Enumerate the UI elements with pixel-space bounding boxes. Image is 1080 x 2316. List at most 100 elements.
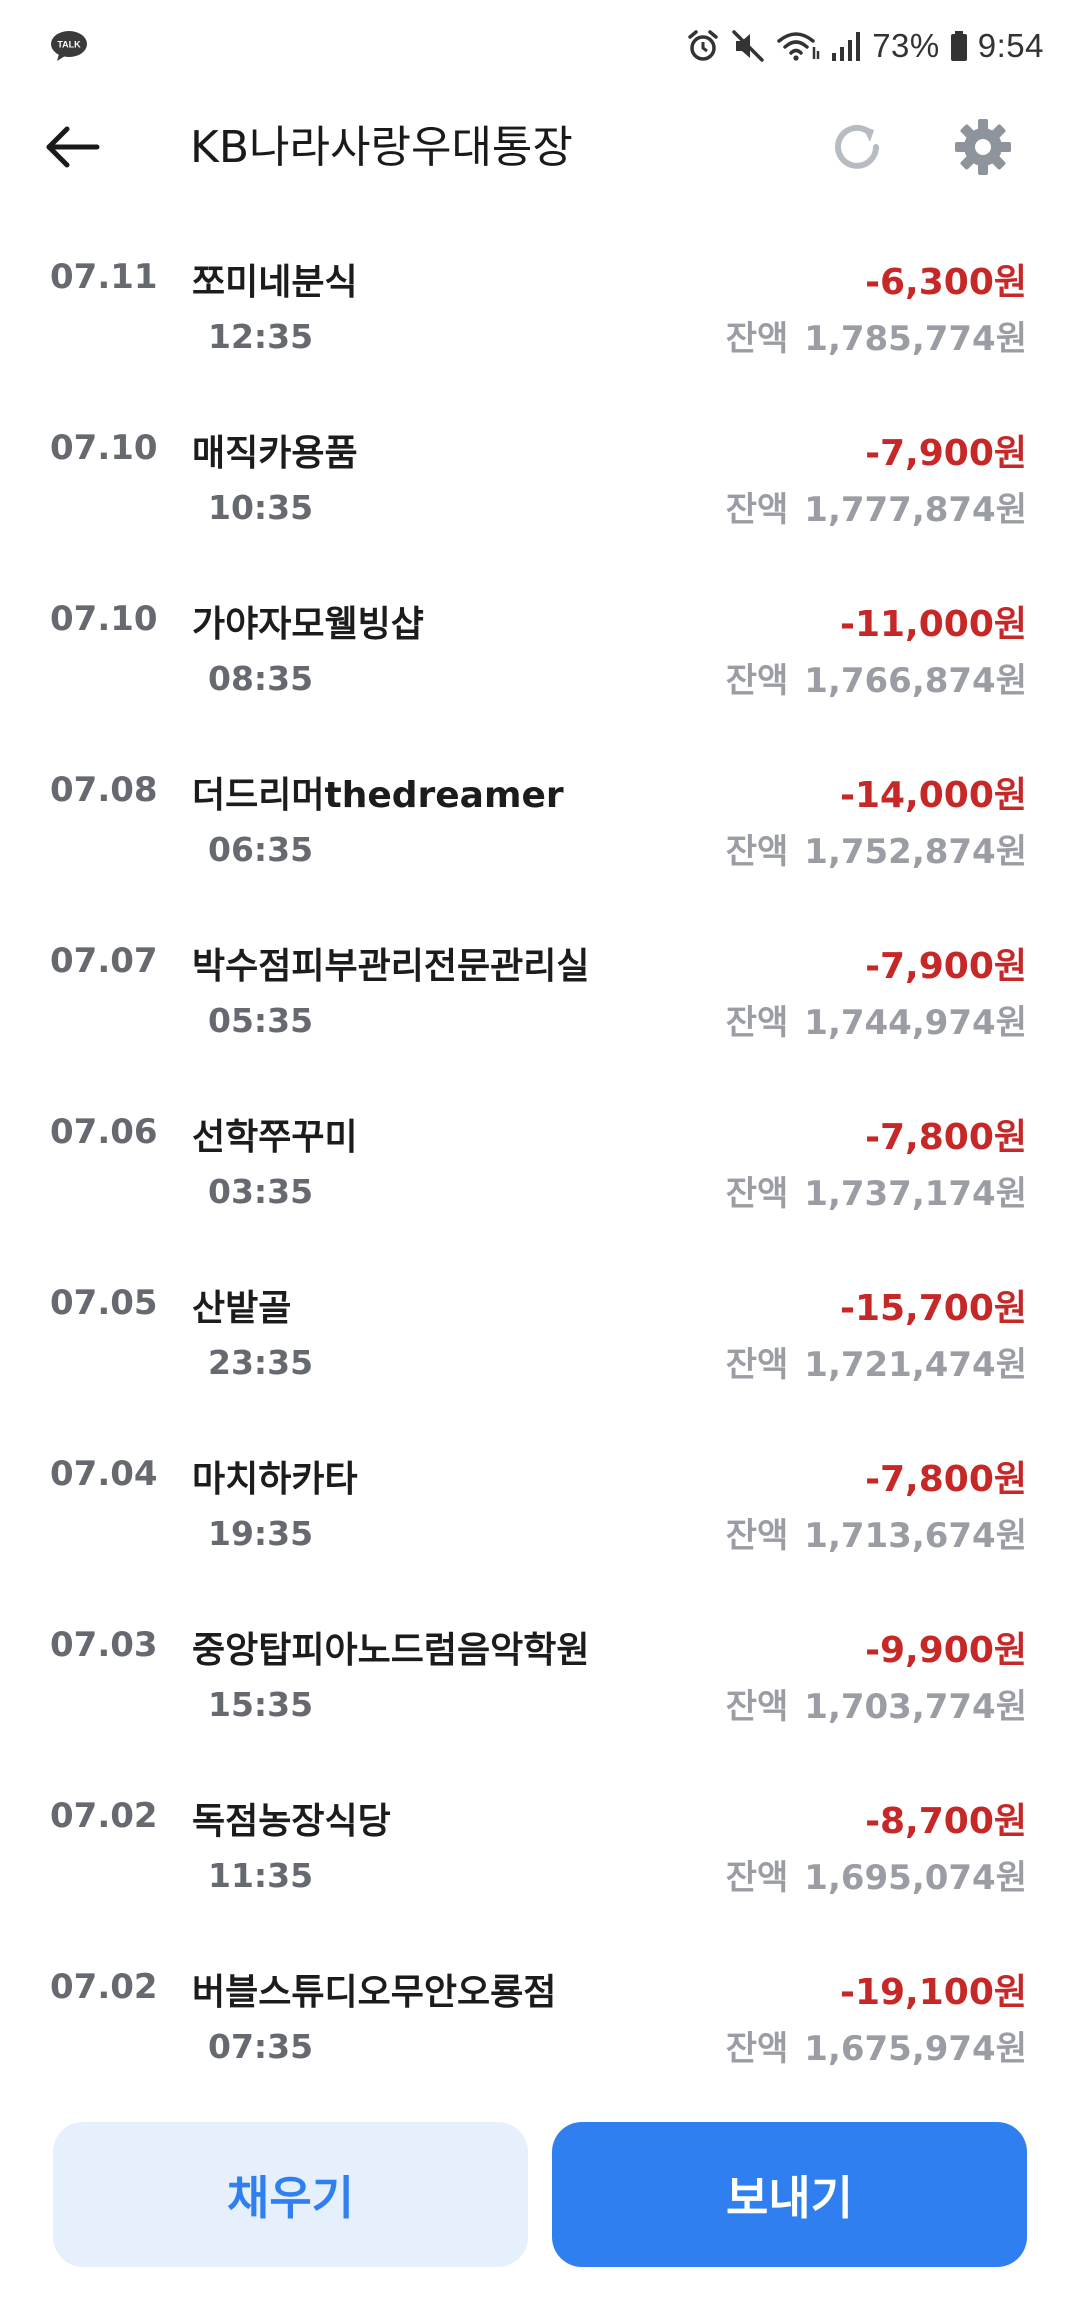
signal-icon (832, 32, 861, 61)
balance-value: 1,777,874원 (804, 490, 1027, 530)
transaction-row[interactable]: 07.08 더드리머thedreamer 06:35 -14,000원 잔액 1,… (0, 728, 1080, 899)
transaction-amount: -7,900원 (865, 946, 1027, 987)
transaction-date: 07.06 (50, 1112, 158, 1152)
balance-value: 1,675,974원 (804, 2029, 1027, 2069)
transaction-amount: -19,100원 (840, 1972, 1027, 2013)
transaction-merchant: 버블스튜디오무안오룡점 (192, 1972, 557, 2013)
transaction-time: 07:35 (208, 2027, 314, 2066)
mute-icon (732, 30, 764, 62)
balance-value: 1,721,474원 (804, 1345, 1027, 1385)
balance-value: 1,695,074원 (804, 1858, 1027, 1898)
battery-icon (950, 31, 967, 61)
balance-label: 잔액 (725, 319, 789, 359)
transaction-amount: -15,700원 (840, 1288, 1027, 1329)
transaction-time: 08:35 (208, 659, 314, 698)
alarm-icon (688, 30, 718, 61)
transaction-date: 07.03 (50, 1625, 158, 1665)
transaction-time: 06:35 (208, 830, 314, 869)
transaction-amount: -8,700원 (865, 1801, 1027, 1842)
transaction-date: 07.02 (50, 1796, 158, 1836)
balance-value: 1,785,774원 (804, 319, 1027, 359)
transaction-balance: 잔액 1,703,774원 (726, 1679, 1027, 1728)
balance-label: 잔액 (725, 2029, 789, 2069)
transaction-date: 07.10 (50, 599, 158, 639)
transaction-date: 07.10 (50, 428, 158, 468)
refresh-button[interactable] (822, 112, 892, 182)
transaction-time: 23:35 (208, 1343, 314, 1382)
transaction-merchant: 산밭골 (192, 1288, 292, 1329)
transaction-balance: 잔액 1,737,174원 (726, 1166, 1027, 1215)
transaction-time: 10:35 (208, 488, 314, 527)
balance-label: 잔액 (725, 832, 789, 872)
transaction-merchant: 매직카용품 (192, 433, 358, 474)
transaction-merchant: 중앙탑피아노드럼음악학원 (192, 1630, 590, 1671)
transaction-merchant: 가야자모웰빙샵 (192, 604, 424, 645)
transaction-merchant: 쪼미네분식 (192, 262, 358, 303)
transaction-row[interactable]: 07.03 중앙탑피아노드럼음악학원 15:35 -9,900원 잔액 1,703… (0, 1583, 1080, 1754)
balance-value: 1,744,974원 (804, 1003, 1027, 1043)
transaction-balance: 잔액 1,695,074원 (726, 1850, 1027, 1899)
clock: 9:54 (977, 27, 1044, 64)
send-button[interactable]: 보내기 (552, 2122, 1027, 2267)
talk-badge-text: TALK (57, 40, 81, 50)
kakaotalk-notification-icon: TALK (51, 31, 87, 61)
transaction-merchant: 더드리머thedreamer (192, 775, 564, 816)
transaction-row[interactable]: 07.10 매직카용품 10:35 -7,900원 잔액 1,777,874원 (0, 386, 1080, 557)
transaction-row[interactable]: 07.02 버블스튜디오무안오룡점 07:35 -19,100원 잔액 1,675… (0, 1925, 1080, 2092)
transaction-row[interactable]: 07.02 독점농장식당 11:35 -8,700원 잔액 1,695,074원 (0, 1754, 1080, 1925)
transaction-amount: -7,800원 (865, 1459, 1027, 1500)
transaction-date: 07.02 (50, 1967, 158, 2007)
transaction-amount: -6,300원 (865, 262, 1027, 303)
balance-value: 1,737,174원 (804, 1174, 1027, 1214)
transaction-balance: 잔액 1,777,874원 (726, 482, 1027, 531)
transaction-list[interactable]: 07.11 쪼미네분식 12:35 -6,300원 잔액 1,785,774원 0… (0, 215, 1080, 2092)
transaction-amount: -14,000원 (840, 775, 1027, 816)
balance-label: 잔액 (725, 1174, 789, 1214)
status-icons: 73% 9:54 (686, 24, 1044, 68)
transaction-time: 11:35 (208, 1856, 314, 1895)
transaction-time: 12:35 (208, 317, 314, 356)
refresh-icon (835, 124, 879, 169)
transaction-balance: 잔액 1,752,874원 (726, 824, 1027, 873)
transaction-row[interactable]: 07.04 마치하카타 19:35 -7,800원 잔액 1,713,674원 (0, 1412, 1080, 1583)
gear-icon (955, 119, 1011, 175)
transaction-merchant: 박수점피부관리전문관리실 (192, 946, 590, 987)
transaction-balance: 잔액 1,766,874원 (726, 653, 1027, 702)
screen: TALK 73% 9:54 KB나라사랑우대통장 07.11 쪼미네분식 12:… (0, 0, 1080, 2316)
status-bar: TALK 73% 9:54 (0, 0, 1080, 92)
app-header: KB나라사랑우대통장 (0, 92, 1080, 202)
transaction-row[interactable]: 07.10 가야자모웰빙샵 08:35 -11,000원 잔액 1,766,874… (0, 557, 1080, 728)
transaction-time: 03:35 (208, 1172, 314, 1211)
back-button[interactable] (38, 112, 108, 182)
transaction-amount: -7,800원 (865, 1117, 1027, 1158)
transaction-date: 07.11 (50, 257, 158, 297)
balance-label: 잔액 (725, 1345, 789, 1385)
transaction-amount: -9,900원 (865, 1630, 1027, 1671)
transaction-balance: 잔액 1,675,974원 (726, 2021, 1027, 2070)
transaction-amount: -11,000원 (840, 604, 1027, 645)
balance-label: 잔액 (725, 1858, 789, 1898)
transaction-row[interactable]: 07.06 선학쭈꾸미 03:35 -7,800원 잔액 1,737,174원 (0, 1070, 1080, 1241)
balance-label: 잔액 (725, 1687, 789, 1727)
transaction-row[interactable]: 07.11 쪼미네분식 12:35 -6,300원 잔액 1,785,774원 (0, 215, 1080, 386)
transaction-row[interactable]: 07.07 박수점피부관리전문관리실 05:35 -7,900원 잔액 1,744… (0, 899, 1080, 1070)
transaction-balance: 잔액 1,744,974원 (726, 995, 1027, 1044)
transaction-balance: 잔액 1,785,774원 (726, 311, 1027, 360)
balance-label: 잔액 (725, 1003, 789, 1043)
settings-button[interactable] (948, 112, 1018, 182)
transaction-date: 07.08 (50, 770, 158, 810)
page-title: KB나라사랑우대통장 (190, 122, 573, 173)
fill-button[interactable]: 채우기 (53, 2122, 528, 2267)
balance-label: 잔액 (725, 1516, 789, 1556)
transaction-merchant: 선학쭈꾸미 (192, 1117, 358, 1158)
transaction-date: 07.07 (50, 941, 158, 981)
transaction-balance: 잔액 1,721,474원 (726, 1337, 1027, 1386)
transaction-time: 19:35 (208, 1514, 314, 1553)
balance-value: 1,752,874원 (804, 832, 1027, 872)
transaction-row[interactable]: 07.05 산밭골 23:35 -15,700원 잔액 1,721,474원 (0, 1241, 1080, 1412)
balance-value: 1,703,774원 (804, 1687, 1027, 1727)
balance-value: 1,766,874원 (804, 661, 1027, 701)
balance-label: 잔액 (725, 661, 789, 701)
transaction-amount: -7,900원 (865, 433, 1027, 474)
balance-value: 1,713,674원 (804, 1516, 1027, 1556)
